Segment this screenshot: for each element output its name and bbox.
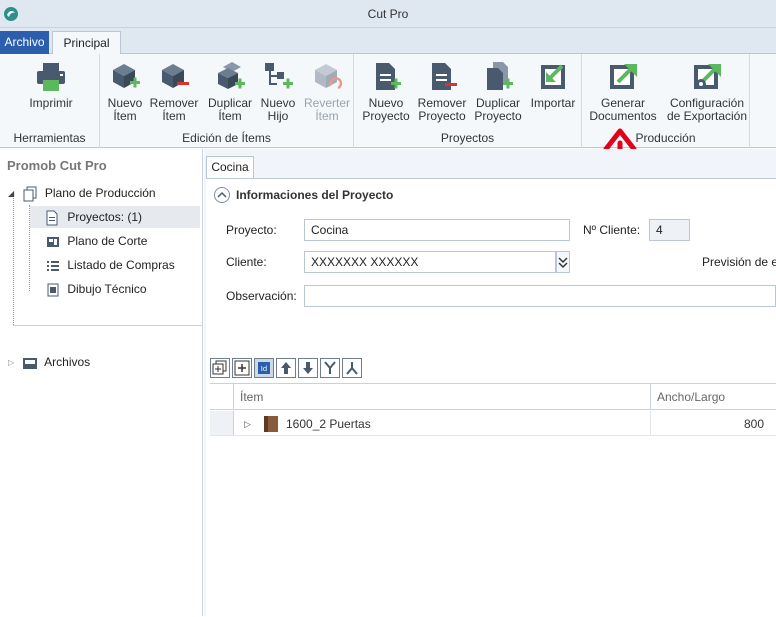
ribbon-group-proyectos: Nuevo Proyecto Remover Proyecto Duplicar…: [354, 54, 582, 148]
new-child-icon: [265, 63, 293, 89]
ribbon-group-edicion-items: Nuevo Ítem Remover Ítem Duplicar Ítem Nu…: [100, 54, 354, 148]
list-icon: [47, 260, 59, 271]
ncliente-label: Nº Cliente:: [583, 223, 641, 237]
chevron-up-icon: [217, 191, 227, 198]
svg-text:Id: Id: [261, 365, 268, 373]
merge-icon: [324, 361, 336, 374]
cliente-dropdown-button[interactable]: [556, 251, 570, 273]
expand-arrow-icon[interactable]: ◢: [8, 183, 14, 205]
export-settings-icon: [694, 64, 721, 89]
ribbon-group-herramientas: Imprimir Herramientas: [0, 54, 100, 148]
sidebar-item-proyectos[interactable]: Proyectos: (1): [30, 206, 200, 228]
configuracion-exportacion-button[interactable]: Configuración de Exportación: [664, 60, 750, 123]
group-label-edicion-items: Edición de Ítems: [182, 131, 271, 145]
remover-item-button[interactable]: Remover Ítem: [148, 60, 200, 123]
archivo-menu-button[interactable]: Archivo: [0, 31, 49, 54]
grid-header: Ítem Ancho/Largo: [210, 384, 776, 410]
observacion-label: Observación:: [226, 289, 297, 303]
documents-icon: [23, 186, 36, 202]
split-icon: [346, 362, 358, 375]
ribbon: Imprimir Herramientas Nuevo Ítem Remover…: [0, 54, 776, 148]
sidebar-item-dibujo-tecnico[interactable]: Dibujo Técnico: [46, 278, 147, 300]
collapsed-arrow-icon[interactable]: ▷: [8, 352, 14, 374]
tree-connector: [13, 193, 14, 325]
imprimir-button[interactable]: Imprimir: [22, 60, 80, 110]
plus-box-icon: [234, 360, 250, 376]
observacion-input[interactable]: [304, 285, 776, 307]
move-down-button[interactable]: [298, 358, 318, 378]
group-label-herramientas: Herramientas: [13, 131, 86, 145]
move-up-button[interactable]: [276, 358, 296, 378]
row-expand-icon[interactable]: ▷: [244, 411, 251, 435]
arrow-down-icon: [303, 362, 313, 374]
merge-button[interactable]: [320, 358, 340, 378]
ncliente-input[interactable]: 4: [649, 219, 690, 241]
import-icon: [541, 64, 565, 89]
title-bar: Cut Pro: [0, 0, 776, 28]
sidebar-item-plano-corte[interactable]: Plano de Corte: [46, 230, 147, 252]
arrow-up-icon: [281, 362, 291, 374]
proyecto-input[interactable]: Cocina: [304, 219, 570, 241]
main-content: Cocina Informaciones del Proyecto Proyec…: [204, 149, 776, 616]
items-grid: Ítem Ancho/Largo ▷ 1600_2 Puertas 800: [210, 383, 776, 617]
duplicar-proyecto-button[interactable]: Duplicar Proyecto: [470, 60, 526, 123]
cut-plan-icon: [47, 236, 59, 247]
ribbon-tab-row: Archivo Principal: [0, 28, 776, 55]
nuevo-item-button[interactable]: Nuevo Ítem: [104, 60, 146, 123]
new-project-icon: [376, 63, 401, 90]
cliente-input[interactable]: XXXXXXX XXXXXX: [304, 251, 556, 273]
nuevo-hijo-button[interactable]: Nuevo Hijo: [258, 60, 298, 123]
expand-all-button[interactable]: [210, 358, 230, 378]
proyecto-label: Proyecto:: [226, 223, 277, 237]
section-title: Informaciones del Proyecto: [236, 188, 394, 202]
chevron-double-down-icon: [558, 257, 568, 269]
window-title: Cut Pro: [367, 7, 409, 21]
cell-ancho-largo: 800: [650, 411, 764, 435]
duplicate-project-icon: [487, 62, 513, 90]
tab-principal[interactable]: Principal: [52, 31, 121, 55]
project-panel: Informaciones del Proyecto Proyecto: Coc…: [206, 178, 776, 616]
tab-cocina[interactable]: Cocina: [206, 156, 254, 178]
remover-proyecto-button[interactable]: Remover Proyecto: [414, 60, 470, 123]
id-icon: Id: [258, 362, 270, 374]
sidebar-item-plano-produccion[interactable]: ◢ Plano de Producción: [8, 182, 156, 204]
reverter-item-button[interactable]: Reverter Ítem: [300, 60, 354, 123]
sidebar-item-archivos[interactable]: ▷ Archivos: [8, 351, 90, 373]
prevision-label: Previsión de e: [702, 255, 776, 269]
column-header-item[interactable]: Ítem: [240, 384, 650, 409]
table-row[interactable]: ▷ 1600_2 Puertas 800: [210, 411, 776, 436]
sidebar: Promob Cut Pro ◢ Plano de Producción Pro…: [0, 149, 203, 616]
technical-drawing-icon: [47, 283, 59, 297]
duplicar-item-button[interactable]: Duplicar Ítem: [204, 60, 256, 123]
tree-divider: [13, 325, 202, 326]
id-toggle-button[interactable]: Id: [254, 358, 274, 378]
sidebar-title: Promob Cut Pro: [7, 158, 107, 173]
expand-all-icon: [212, 360, 227, 375]
document-icon: [46, 210, 58, 226]
new-item-icon: [113, 64, 140, 88]
cell-item: 1600_2 Puertas: [286, 417, 371, 431]
importar-button[interactable]: Importar: [528, 60, 578, 110]
export-documents-icon: [610, 64, 637, 89]
revert-item-icon: [315, 64, 343, 90]
group-label-proyectos: Proyectos: [440, 131, 495, 145]
nuevo-proyecto-button[interactable]: Nuevo Proyecto: [358, 60, 414, 123]
row-selector[interactable]: [210, 411, 234, 435]
remove-project-icon: [432, 63, 457, 90]
duplicate-item-icon: [218, 62, 245, 89]
row-selector-header: [210, 384, 234, 409]
archive-box-icon: [22, 357, 37, 369]
split-button[interactable]: [342, 358, 362, 378]
sidebar-item-listado-compras[interactable]: Listado de Compras: [46, 254, 175, 276]
remove-item-icon: [162, 64, 189, 88]
cabinet-icon: [264, 416, 278, 432]
column-header-ancho-largo[interactable]: Ancho/Largo: [650, 384, 770, 409]
printer-icon: [37, 63, 65, 91]
cliente-label: Cliente:: [226, 255, 267, 269]
collapse-section-button[interactable]: [214, 187, 230, 203]
generar-documentos-button[interactable]: Generar Documentos: [586, 60, 660, 123]
add-row-button[interactable]: [232, 358, 252, 378]
